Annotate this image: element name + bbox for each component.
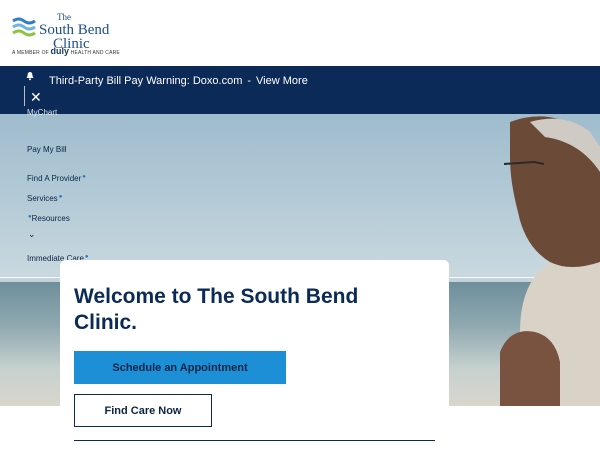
schedule-appointment-button[interactable]: Schedule an Appointment [74,351,286,384]
close-icon[interactable]: ✕ [30,90,42,104]
site-header: The South Bend Clinic A MEMBER OF duly H… [0,0,600,66]
bell-icon [26,72,34,81]
chevron-down-icon[interactable]: ⌄ [28,229,36,240]
member-suffix: HEALTH AND CARE [70,50,120,56]
menu-item-mychart[interactable]: MyChart [27,108,57,117]
page-title: Welcome to The South Bend Clinic. [74,285,359,334]
view-more-link[interactable]: View More [256,75,308,87]
menu-item-resources[interactable]: ●Resources [27,214,70,223]
duly-brand: duly [50,46,70,56]
menu-divider [24,86,25,106]
south-bend-clinic-logo[interactable]: The South Bend Clinic A MEMBER OF duly H… [12,12,132,58]
logo-line1: South Bend [39,22,110,38]
menu-item-pay-my-bill[interactable]: Pay My Bill [27,145,67,154]
menu-item-services[interactable]: Services● [27,194,62,203]
find-care-now-button[interactable]: Find Care Now [74,394,212,427]
alert-bar [0,66,600,114]
alert-text: Third-Party Bill Pay Warning: Doxo.com [49,75,243,87]
member-of-line: A MEMBER OF duly HEALTH AND CARE [12,46,120,56]
menu-item-find-a-provider[interactable]: Find A Provider● [27,174,86,183]
alert-message: Third-Party Bill Pay Warning: Doxo.com - V… [49,75,308,87]
hero-person-image [500,116,600,406]
external-link-icon: ● [82,174,86,180]
menu-item-label: Find A Provider [27,174,82,183]
menu-item-label: Services [27,194,58,203]
alert-separator: - [247,75,252,87]
card-divider [74,440,435,441]
logo-waves-icon [12,17,36,37]
external-link-icon: ● [58,194,63,200]
menu-item-label: Resources [31,214,70,223]
member-prefix: A MEMBER OF [12,50,49,56]
